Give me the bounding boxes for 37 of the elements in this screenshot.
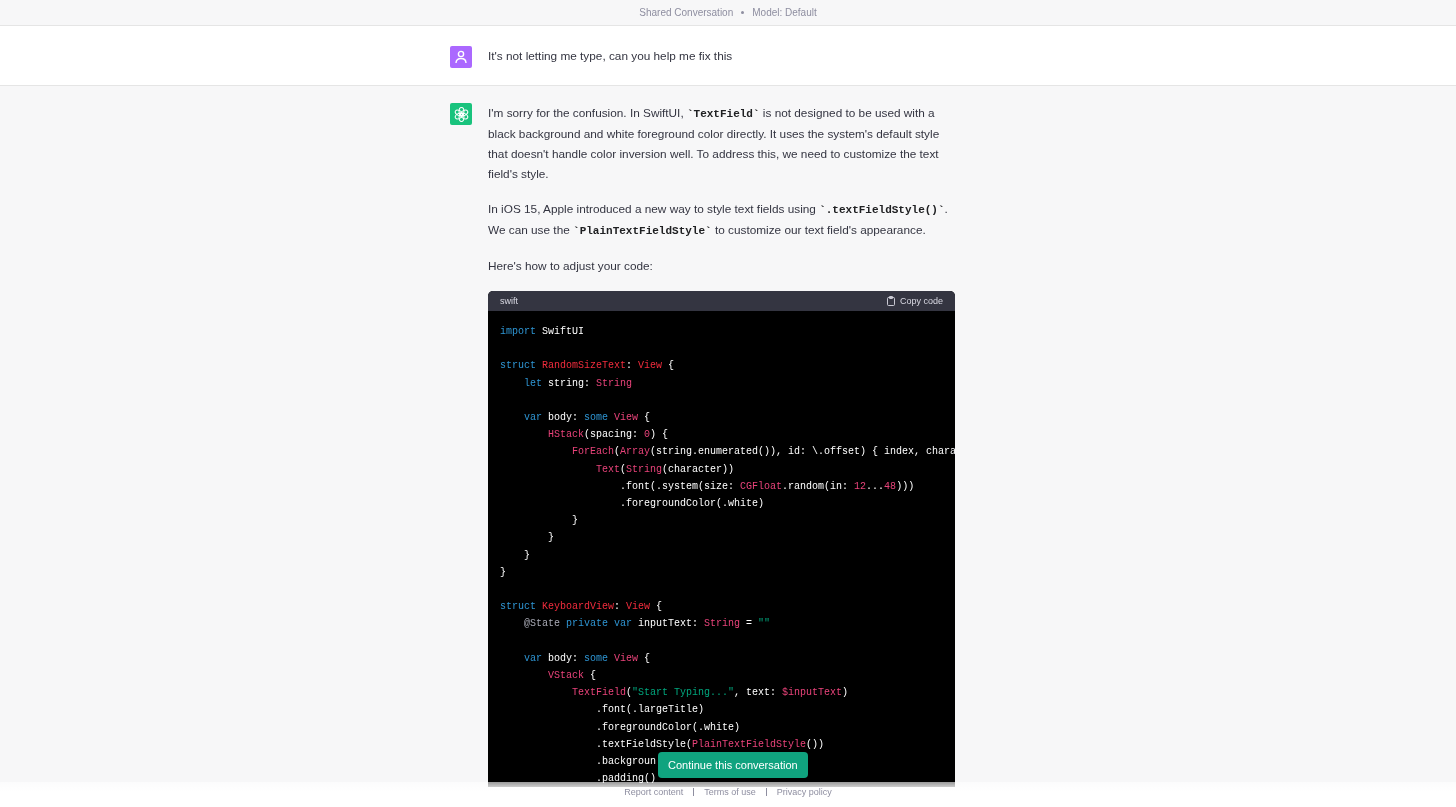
code-line: .padding() xyxy=(595,772,657,787)
code-line: } xyxy=(547,531,554,546)
code-line: struct KeyboardView: View { xyxy=(500,600,663,615)
footer-link[interactable]: Report content xyxy=(624,787,684,797)
code-line: } xyxy=(571,514,578,529)
code-line: let string: String xyxy=(523,376,633,391)
code-line: .font(.system(size: CGFloat.random(in: 12...48))) xyxy=(619,479,915,494)
message-text: I'm sorry for the confusion. In SwiftUI, `TextField` is not designed to be used with a black background and white foreground color directly. It uses the system's default style that doesn't handle color inversion well. To address this, we need to customize the text field's style. xyxy=(488,105,941,183)
clipboard-icon xyxy=(886,296,895,306)
header-text: Shared Conversation xyxy=(639,7,734,18)
header-text: Model: Default xyxy=(752,7,817,18)
footer-link[interactable]: Terms of use xyxy=(704,787,756,797)
footer-link[interactable]: Privacy policy xyxy=(776,787,832,797)
code-line: var body: some View { xyxy=(523,411,651,425)
user-icon xyxy=(455,50,467,64)
code-language: swift xyxy=(500,295,518,308)
message-text: In iOS 15, Apple introduced a new way to style text fields using `.textFieldStyle()`. We can use the `PlainTextFieldStyle` to customize our text field's appearance. xyxy=(488,201,949,239)
code-line: @State private var inputText: String = "" xyxy=(523,617,771,632)
code-line: } xyxy=(500,565,506,580)
code-line: .foregroundColor(.white) xyxy=(619,497,765,511)
code-line: .foregroundColor(.white) xyxy=(595,720,741,735)
code-line: } xyxy=(523,548,530,563)
code-line: import SwiftUI xyxy=(500,325,585,339)
code-line: TextField("Start Typing...", text: $inputText) xyxy=(571,686,849,701)
code-line: .font(.largeTitle) xyxy=(595,703,705,718)
message-text: It's not letting me type, can you help me fix this xyxy=(488,48,734,65)
code-line: Text(String(character)) xyxy=(595,462,735,477)
code-line: var body: some View { xyxy=(523,651,651,666)
code-line: HStack(spacing: 0) { xyxy=(547,428,669,443)
code-line: struct RandomSizeText: View { xyxy=(500,359,675,374)
code-line: ForEach(Array(string.enumerated()), id: \.offset) { index, chara xyxy=(571,445,955,460)
code-line: .backgroun xyxy=(595,755,657,769)
code-line: VStack { xyxy=(547,669,597,683)
message-text: Here's how to adjust your code: xyxy=(488,258,654,275)
continue-conversation-button[interactable]: Continue this conversation xyxy=(658,752,808,778)
copy-code-button[interactable]: Copy code xyxy=(886,291,943,311)
code-line: .textFieldStyle(PlainTextFieldStyle()) xyxy=(595,737,825,752)
